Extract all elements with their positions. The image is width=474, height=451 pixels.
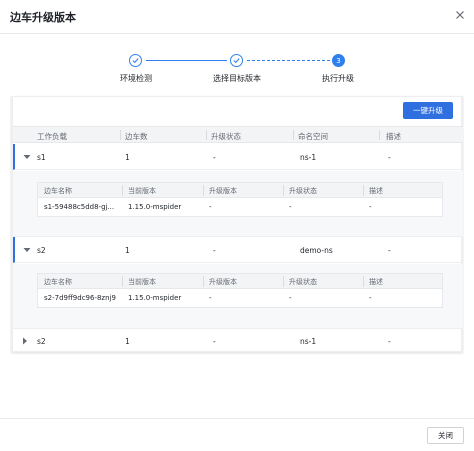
caret-down-icon[interactable] <box>23 246 31 254</box>
close-icon[interactable] <box>453 8 467 22</box>
subtable-row: s1-59488c5dd8-gj... 1.15.0-mspider - - - <box>38 198 442 216</box>
step-label: 执行升级 <box>322 74 354 83</box>
sidecar-subtable: 边车名称 当前版本 升级版本 升级状态 描述 s1-59488c5dd8-gj.… <box>37 182 443 217</box>
upgrade-version-cell: - <box>209 294 212 302</box>
description-cell: - <box>388 337 391 346</box>
upgrade-version-cell: - <box>209 203 212 211</box>
column-divider <box>379 130 380 140</box>
sidecar-name-cell: s2-7d9ff9dc96-8znj9 <box>44 294 116 302</box>
expanded-row: 边车名称 当前版本 升级版本 升级状态 描述 s1-59488c5dd8-gj.… <box>13 171 463 237</box>
column-header: 当前版本 <box>128 187 156 195</box>
column-header: 升级状态 <box>289 278 317 286</box>
step-label: 选择目标版本 <box>213 74 261 83</box>
upgrade-all-button[interactable]: 一键升级 <box>403 102 453 119</box>
table-row[interactable]: s1 1 - ns-1 - <box>13 144 463 170</box>
current-version-cell: 1.15.0-mspider <box>128 294 182 302</box>
description-cell: - <box>369 294 372 302</box>
subtable-row: s2-7d9ff9dc96-8znj9 1.15.0-mspider - - - <box>38 289 442 307</box>
column-header: 边车数 <box>125 132 148 141</box>
status-cell: - <box>289 294 292 302</box>
column-divider <box>120 130 121 140</box>
description-cell: - <box>388 153 391 162</box>
workload-cell: s1 <box>37 153 46 162</box>
namespace-cell: ns-1 <box>300 153 317 162</box>
dialog-title: 边车升级版本 <box>10 11 76 24</box>
description-cell: - <box>369 203 372 211</box>
column-divider <box>283 276 284 287</box>
description-cell: - <box>388 246 391 255</box>
caret-right-icon[interactable] <box>21 337 29 345</box>
column-header: 描述 <box>386 132 401 141</box>
column-header: 描述 <box>369 278 383 286</box>
current-version-cell: 1.15.0-mspider <box>128 203 182 211</box>
workload-cell: s2 <box>37 246 46 255</box>
close-button[interactable]: 关闭 <box>427 427 464 444</box>
column-header: 升级状态 <box>211 132 241 141</box>
sidecar-subtable: 边车名称 当前版本 升级版本 升级状态 描述 s2-7d9ff9dc96-8zn… <box>37 273 443 308</box>
column-header: 升级版本 <box>209 278 237 286</box>
upgrade-panel: 一键升级 工作负载 边车数 升级状态 命名空间 描述 s1 1 - ns-1 - <box>10 96 464 354</box>
column-divider <box>206 130 207 140</box>
upgrade-status-cell: - <box>213 246 216 255</box>
column-header: 描述 <box>369 187 383 195</box>
step-label: 环境检测 <box>120 74 152 83</box>
column-header: 工作负载 <box>37 132 67 141</box>
dialog-header: 边车升级版本 <box>0 0 474 34</box>
column-divider <box>363 185 364 196</box>
table-row[interactable]: s2 1 - ns-1 - <box>13 330 463 352</box>
check-icon <box>230 54 243 67</box>
step-connector <box>146 60 227 61</box>
subtable-header: 边车名称 当前版本 升级版本 升级状态 描述 <box>38 274 442 289</box>
column-divider <box>363 276 364 287</box>
sidecar-name-cell: s1-59488c5dd8-gj... <box>44 203 115 211</box>
check-icon <box>129 54 142 67</box>
column-divider <box>122 276 123 287</box>
namespace-cell: demo-ns <box>300 246 333 255</box>
caret-down-icon[interactable] <box>23 153 31 161</box>
column-header: 边车名称 <box>44 187 72 195</box>
column-header: 升级状态 <box>289 187 317 195</box>
column-header: 升级版本 <box>209 187 237 195</box>
column-divider <box>203 276 204 287</box>
upgrade-table-container: 一键升级 工作负载 边车数 升级状态 命名空间 描述 s1 1 - ns-1 - <box>12 96 463 352</box>
workload-cell: s2 <box>37 337 46 346</box>
sidecar-count-cell: 1 <box>125 153 130 162</box>
column-divider <box>293 130 294 140</box>
column-divider <box>203 185 204 196</box>
table-header: 工作负载 边车数 升级状态 命名空间 描述 <box>13 126 463 143</box>
step-number: 3 <box>332 54 345 67</box>
subtable-header: 边车名称 当前版本 升级版本 升级状态 描述 <box>38 183 442 198</box>
namespace-cell: ns-1 <box>300 337 317 346</box>
upgrade-status-cell: - <box>213 153 216 162</box>
column-divider <box>283 185 284 196</box>
column-header: 当前版本 <box>128 278 156 286</box>
table-row[interactable]: s2 1 - demo-ns - <box>13 237 463 263</box>
sidecar-count-cell: 1 <box>125 246 130 255</box>
sidecar-count-cell: 1 <box>125 337 130 346</box>
status-cell: - <box>289 203 292 211</box>
dialog-footer: 关闭 <box>0 418 474 451</box>
step-indicator: 3 环境检测 选择目标版本 执行升级 <box>0 52 474 84</box>
expanded-row: 边车名称 当前版本 升级版本 升级状态 描述 s2-7d9ff9dc96-8zn… <box>13 264 463 329</box>
column-divider <box>122 185 123 196</box>
upgrade-status-cell: - <box>213 337 216 346</box>
column-header: 边车名称 <box>44 278 72 286</box>
column-header: 命名空间 <box>298 132 328 141</box>
step-connector <box>247 60 330 61</box>
